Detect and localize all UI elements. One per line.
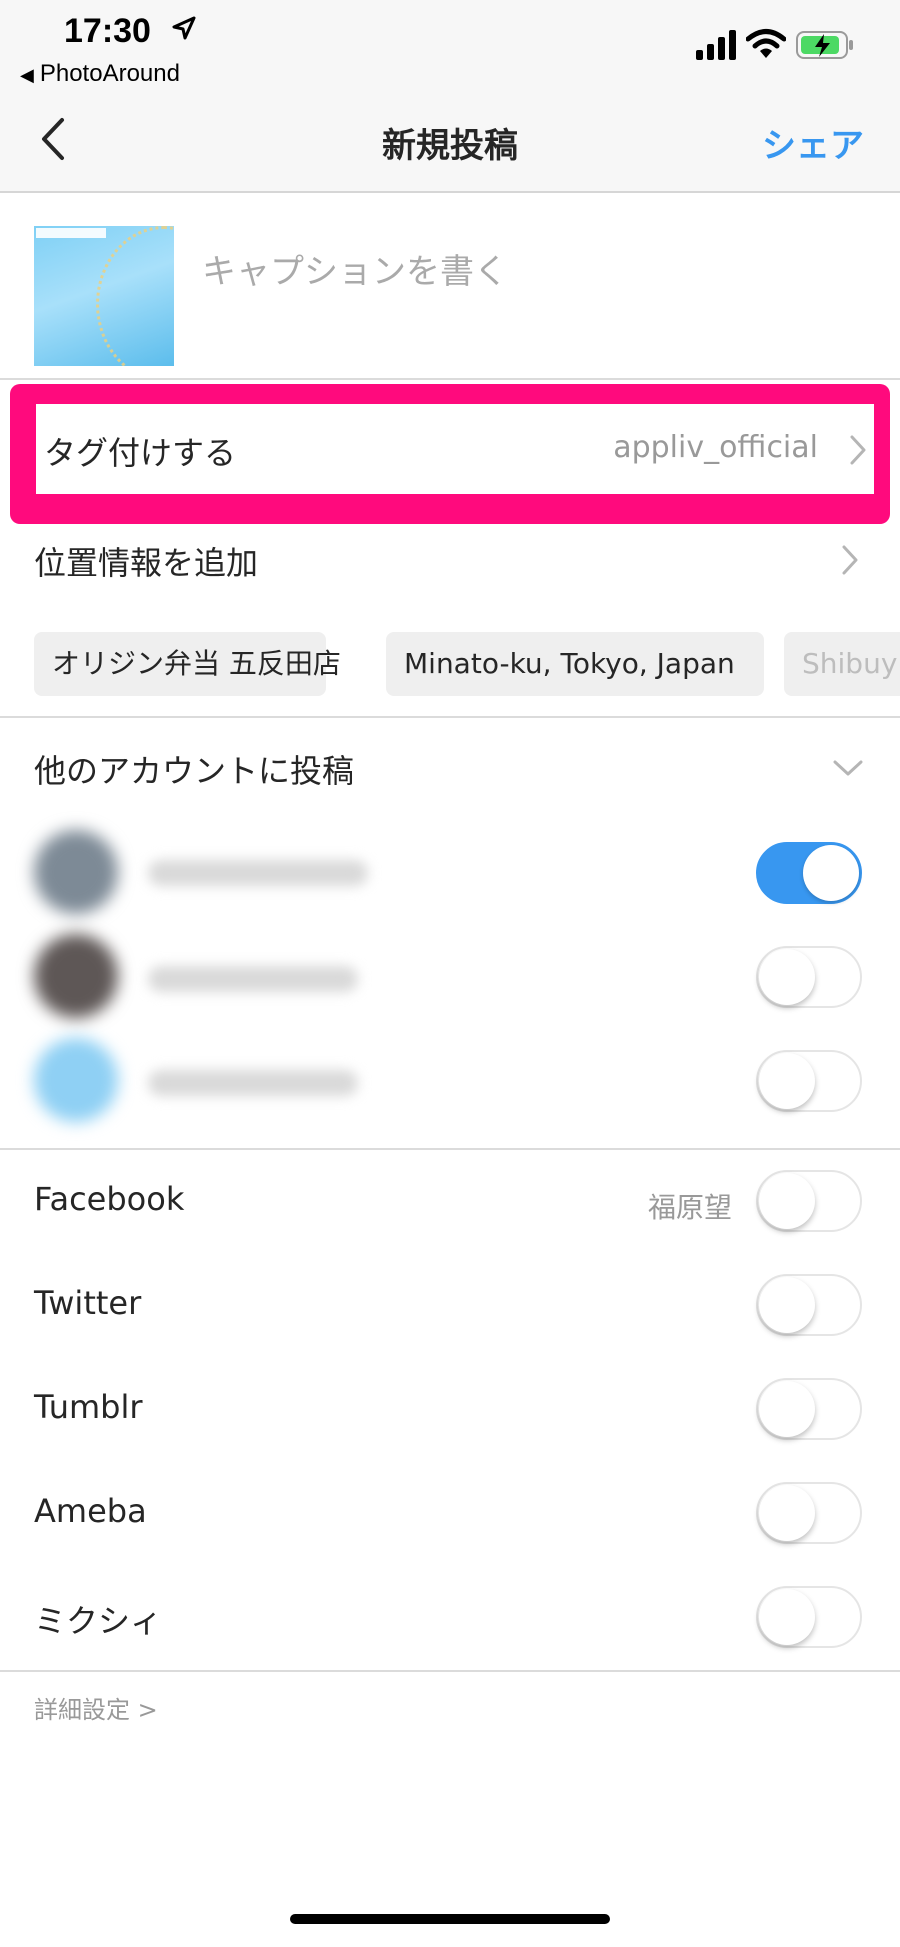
facebook-user-name: 福原望 [647,1191,732,1224]
share-target-label: Tumblr [34,1388,143,1426]
tumblr-toggle[interactable] [756,1378,862,1440]
other-accounts-label[interactable]: 他のアカウントに投稿 [34,746,354,792]
chevron-right-icon [850,435,866,465]
share-target-label: Facebook [34,1180,185,1218]
location-arrow-icon [172,16,196,40]
facebook-toggle[interactable] [756,1170,862,1232]
status-time: 17:30 [64,12,151,50]
divider [0,378,900,380]
location-chip[interactable]: Minato-ku, Tokyo, Japan [386,632,764,696]
avatar [34,1038,118,1122]
toggle-knob [759,1173,815,1229]
ameba-toggle[interactable] [756,1482,862,1544]
account-toggle[interactable] [756,1050,862,1112]
post-thumbnail[interactable] [34,226,174,366]
divider [0,716,900,718]
back-to-app-link[interactable]: ◀ PhotoAround [20,60,180,88]
toggle-knob [759,1381,815,1437]
account-name-blurred [148,966,358,992]
toggle-knob [803,845,859,901]
divider [0,1148,900,1150]
divider [0,1670,900,1672]
share-target-label: Twitter [34,1284,142,1322]
battery-charging-icon [796,31,853,59]
share-target-label: ミクシィ [34,1602,163,1640]
location-chip[interactable]: オリジン弁当 五反田店 [34,632,341,696]
thumbnail-overlay-bar [36,228,106,238]
toggle-knob [759,949,815,1005]
add-location-label[interactable]: 位置情報を追加 [34,538,258,584]
avatar [34,830,118,914]
share-target-label: Ameba [34,1492,147,1530]
location-suggestions: オリジン弁当 五反田店 Minato-ku, Tokyo, Japan Shib… [34,632,900,698]
cellular-signal-icon [696,30,736,60]
toggle-knob [759,1053,815,1109]
home-indicator[interactable] [290,1914,610,1924]
location-chip[interactable]: Shibuy [784,632,900,696]
tag-people-label: タグ付けする [44,434,237,472]
caption-input[interactable]: キャプションを書く [202,244,508,293]
chevron-down-icon[interactable] [832,758,864,778]
tag-people-value: appliv_official [613,430,818,465]
toggle-knob [759,1589,815,1645]
top-bar: 17:30 ◀ PhotoAround 新規投稿 シェア [0,0,900,193]
share-button[interactable]: シェア [762,118,864,167]
account-name-blurred [148,1070,358,1096]
account-toggle[interactable] [756,842,862,904]
account-toggle[interactable] [756,946,862,1008]
chevron-right-icon[interactable] [840,544,860,576]
back-app-name: PhotoAround [39,60,180,87]
tag-people-row[interactable]: タグ付けする appliv_official [36,404,874,494]
twitter-toggle[interactable] [756,1274,862,1336]
toggle-knob [759,1277,815,1333]
avatar [34,934,118,1018]
ferris-wheel-image [96,226,174,366]
tag-highlight-frame: タグ付けする appliv_official [10,384,890,524]
mixi-toggle[interactable] [756,1586,862,1648]
back-triangle-icon: ◀ [20,65,34,85]
account-name-blurred [148,860,368,886]
advanced-settings-link[interactable]: 詳細設定 > [34,1690,158,1725]
toggle-knob [759,1485,815,1541]
wifi-icon [746,29,786,58]
